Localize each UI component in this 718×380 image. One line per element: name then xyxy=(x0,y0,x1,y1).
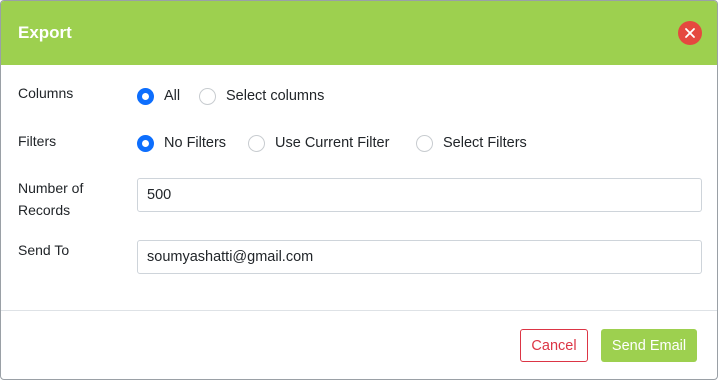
radio-no-filters[interactable]: No Filters xyxy=(137,133,226,153)
radio-label: Select columns xyxy=(226,88,325,104)
footer-divider xyxy=(1,310,717,311)
records-label-line1: Number of xyxy=(18,180,84,196)
send-email-button[interactable]: Send Email xyxy=(601,329,697,362)
radio-label: No Filters xyxy=(164,135,227,151)
radio-unchecked-icon xyxy=(199,87,216,105)
columns-label: Columns xyxy=(18,85,74,101)
dialog-header: Export xyxy=(1,1,717,65)
number-of-records-input[interactable]: 500 xyxy=(137,178,702,212)
radio-label: Use Current Filter xyxy=(275,135,390,151)
export-dialog: Export Columns All Select columns Filter… xyxy=(0,0,718,380)
filters-label: Filters xyxy=(18,133,57,149)
records-label-line2: Records xyxy=(18,202,71,218)
radio-unchecked-icon xyxy=(248,134,265,152)
radio-columns-all[interactable]: All xyxy=(137,86,180,106)
close-button[interactable] xyxy=(678,21,702,45)
radio-use-current-filter[interactable]: Use Current Filter xyxy=(248,133,389,153)
dialog-title: Export xyxy=(18,23,72,42)
radio-unchecked-icon xyxy=(416,134,433,152)
radio-label: Select Filters xyxy=(443,135,527,151)
send-to-email-value: soumyashatti@gmail.com xyxy=(147,249,314,265)
send-to-email-input[interactable]: soumyashatti@gmail.com xyxy=(137,240,702,274)
cancel-button[interactable]: Cancel xyxy=(520,329,588,362)
radio-checked-icon xyxy=(137,87,154,105)
radio-select-columns[interactable]: Select columns xyxy=(199,86,324,106)
radio-checked-icon xyxy=(137,134,154,152)
radio-select-filters[interactable]: Select Filters xyxy=(416,133,527,153)
send-to-label: Send To xyxy=(18,242,70,258)
radio-label: All xyxy=(164,88,181,104)
number-of-records-value: 500 xyxy=(147,187,172,203)
close-icon xyxy=(684,27,696,39)
